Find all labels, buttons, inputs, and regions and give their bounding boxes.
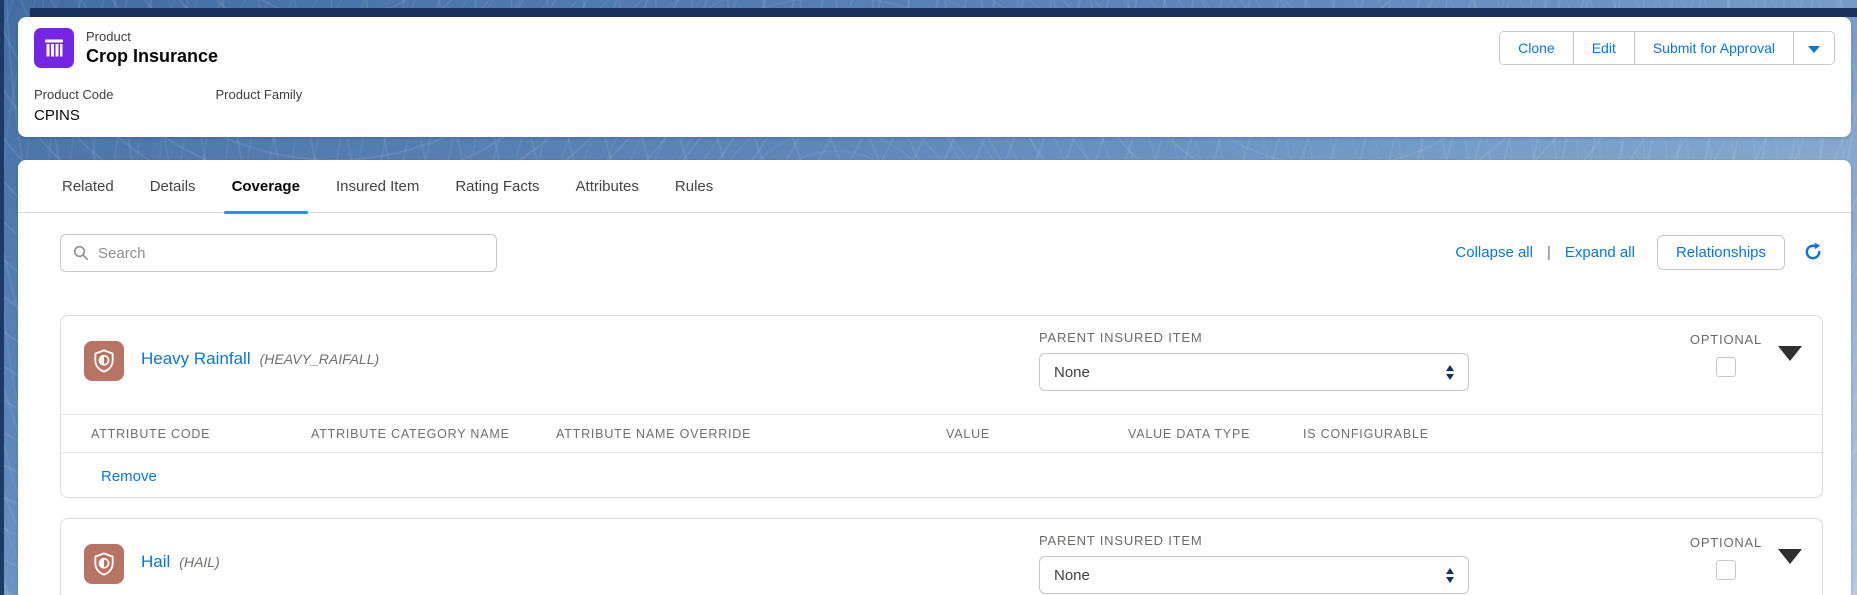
product-code-value: CPINS	[34, 107, 80, 124]
parent-insured-item-label: PARENT INSURED ITEM	[1039, 533, 1203, 548]
tab-insured-item[interactable]: Insured Item	[318, 160, 437, 213]
more-actions-button[interactable]	[1794, 32, 1834, 64]
left-edge-strip	[0, 0, 4, 595]
parent-insured-item-block: PARENT INSURED ITEM None	[1039, 330, 1469, 391]
collapse-all-link[interactable]: Collapse all	[1455, 244, 1533, 261]
tab-rating-facts[interactable]: Rating Facts	[437, 160, 557, 213]
record-header-top: Product Crop Insurance Clone Edit Submit…	[18, 17, 1851, 79]
tab-related[interactable]: Related	[44, 160, 132, 213]
spinner-down-icon	[1446, 576, 1454, 583]
card-footer-row: Remove	[101, 468, 157, 486]
edit-button[interactable]: Edit	[1573, 32, 1635, 64]
product-family-field: Product Family	[216, 87, 303, 124]
record-highlight-fields: Product Code CPINS Product Family	[34, 87, 302, 124]
header-action-group: Clone Edit Submit for Approval	[1499, 31, 1835, 65]
coverage-title: Hail (HAIL)	[141, 552, 220, 572]
column-value-data-type: VALUE DATA TYPE	[1128, 427, 1251, 441]
coverage-name-link[interactable]: Heavy Rainfall	[141, 349, 251, 369]
top-navy-bar	[30, 8, 1857, 17]
product-code-field: Product Code CPINS	[34, 87, 114, 124]
parent-insured-item-block: PARENT INSURED ITEM None	[1039, 533, 1469, 594]
collapse-card-icon[interactable]	[1778, 549, 1802, 564]
column-value: VALUE	[946, 427, 991, 441]
product-columns-glyph	[45, 39, 63, 57]
search-icon	[73, 245, 88, 260]
column-is-configurable: IS CONFIGURABLE	[1303, 427, 1429, 441]
spinner-down-icon	[1446, 373, 1454, 380]
parent-insured-item-value: None	[1054, 566, 1090, 584]
coverage-name-link[interactable]: Hail	[141, 552, 170, 572]
column-attribute-category-name: ATTRIBUTE CATEGORY NAME	[311, 427, 510, 441]
coverage-code: (HAIL)	[179, 554, 220, 570]
coverage-shield-icon	[84, 544, 124, 584]
optional-checkbox[interactable]	[1716, 357, 1736, 377]
tab-rules[interactable]: Rules	[657, 160, 731, 213]
tab-coverage[interactable]: Coverage	[214, 160, 318, 214]
coverage-code: (HEAVY_RAIFALL)	[259, 351, 380, 367]
chevron-down-icon	[1808, 46, 1820, 53]
shield-glyph	[94, 552, 114, 576]
toolbar-right: Collapse all | Expand all Relationships	[1455, 230, 1823, 274]
spinner-up-icon	[1446, 364, 1454, 371]
coverage-card-heavy-rainfall: Heavy Rainfall (HEAVY_RAIFALL) PARENT IN…	[60, 315, 1823, 498]
column-attribute-code: ATTRIBUTE CODE	[91, 427, 211, 441]
column-attribute-name-override: ATTRIBUTE NAME OVERRIDE	[556, 427, 752, 441]
coverage-toolbar: Collapse all | Expand all Relationships	[18, 230, 1851, 274]
optional-checkbox[interactable]	[1716, 560, 1736, 580]
parent-insured-item-select[interactable]: None	[1039, 353, 1469, 391]
parent-insured-item-label: PARENT INSURED ITEM	[1039, 330, 1203, 345]
product-family-label: Product Family	[215, 87, 303, 102]
submit-for-approval-button[interactable]: Submit for Approval	[1634, 32, 1794, 64]
tab-attributes[interactable]: Attributes	[558, 160, 657, 213]
remove-link[interactable]: Remove	[101, 468, 157, 485]
record-body-card: Related Details Coverage Insured Item Ra…	[18, 160, 1851, 595]
select-spinner-icon	[1446, 364, 1454, 380]
parent-insured-item-value: None	[1054, 363, 1090, 381]
record-header-card: Product Crop Insurance Clone Edit Submit…	[18, 17, 1851, 137]
expand-all-link[interactable]: Expand all	[1565, 244, 1635, 261]
clone-button[interactable]: Clone	[1500, 32, 1574, 64]
coverage-title: Heavy Rainfall (HEAVY_RAIFALL)	[141, 349, 379, 369]
refresh-button[interactable]	[1803, 242, 1823, 262]
spinner-up-icon	[1446, 567, 1454, 574]
search-box[interactable]	[60, 234, 497, 272]
parent-insured-item-select[interactable]: None	[1039, 556, 1469, 594]
entity-label: Product	[86, 29, 131, 44]
tab-details[interactable]: Details	[132, 160, 214, 213]
coverage-card-hail: Hail (HAIL) PARENT INSURED ITEM None OPT…	[60, 518, 1823, 595]
search-input[interactable]	[98, 244, 484, 262]
tab-strip: Related Details Coverage Insured Item Ra…	[18, 160, 1851, 214]
optional-label: OPTIONAL	[1689, 332, 1763, 347]
shield-glyph	[94, 349, 114, 373]
page-title: Crop Insurance	[86, 46, 219, 66]
select-spinner-icon	[1446, 567, 1454, 583]
product-icon	[34, 28, 74, 68]
collapse-card-icon[interactable]	[1778, 346, 1802, 361]
record-titles: Product Crop Insurance	[86, 29, 218, 67]
optional-label: OPTIONAL	[1689, 535, 1763, 550]
product-code-label: Product Code	[34, 87, 114, 102]
refresh-icon	[1805, 242, 1821, 260]
link-divider: |	[1546, 243, 1551, 261]
coverage-shield-icon	[84, 341, 124, 381]
relationships-button[interactable]: Relationships	[1656, 234, 1785, 270]
attribute-table-header: ATTRIBUTE CODE ATTRIBUTE CATEGORY NAME A…	[61, 414, 1822, 453]
